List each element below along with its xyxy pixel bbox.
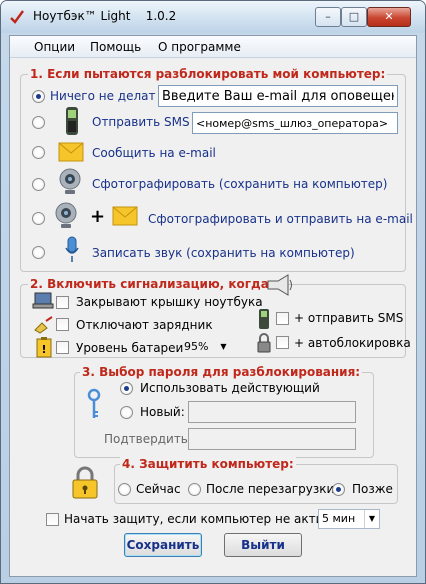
label-confirm-password: Подтвердить: bbox=[104, 432, 192, 446]
radio-photo-and-email[interactable] bbox=[32, 212, 45, 225]
label-charger-unplugged: Отключают зарядник bbox=[76, 318, 213, 332]
client-area: Опции Помощь О программе 1. Если пытаютс… bbox=[9, 35, 417, 577]
menu-about[interactable]: О программе bbox=[158, 40, 241, 54]
password-section-title: 3. Выбор пароля для разблокирования: bbox=[80, 365, 363, 379]
label-take-photo: Сфотографировать (сохранить на компьютер… bbox=[92, 177, 388, 191]
exit-button[interactable]: Выйти bbox=[224, 533, 302, 557]
radio-do-nothing[interactable] bbox=[32, 90, 45, 103]
save-button[interactable]: Сохранить bbox=[124, 533, 202, 557]
label-record-sound: Записать звук (сохранить на компьютер) bbox=[92, 246, 355, 260]
label-send-sms-alarm: + отправить SMS bbox=[294, 311, 404, 325]
plus-sign: + bbox=[90, 206, 106, 227]
label-do-nothing: Ничего не делать bbox=[50, 89, 156, 103]
menu-bar: Опции Помощь О программе bbox=[10, 36, 416, 58]
webcam-icon bbox=[55, 202, 77, 228]
chevron-down-icon: ▼ bbox=[220, 342, 227, 351]
label-lid-closed: Закрывают крышку ноутбука bbox=[76, 295, 263, 309]
radio-use-current-password[interactable] bbox=[120, 382, 133, 395]
webcam-icon bbox=[59, 168, 81, 194]
checkbox-charger-unplugged[interactable] bbox=[56, 318, 69, 331]
label-photo-and-email: Сфотографировать и отправить на e-mail bbox=[148, 212, 413, 226]
microphone-icon bbox=[65, 236, 79, 262]
label-email: Сообщить на e-mail bbox=[92, 146, 216, 160]
checkbox-battery-level[interactable] bbox=[56, 341, 69, 354]
mobile-phone-icon bbox=[66, 107, 78, 135]
alarm-section-title: 2. Включить сигнализацию, когда: bbox=[28, 277, 276, 291]
sms-gateway-input[interactable] bbox=[192, 112, 398, 134]
protect-section-title: 4. Защитить компьютер: bbox=[120, 457, 296, 471]
checkmark-icon bbox=[10, 10, 24, 24]
checkbox-lid-closed[interactable] bbox=[56, 296, 69, 309]
laptop-icon bbox=[32, 292, 54, 309]
battery-warning-icon: ! bbox=[36, 337, 52, 358]
label-protect-later: Позже bbox=[352, 482, 393, 496]
svg-text:!: ! bbox=[41, 343, 46, 356]
idle-time-select[interactable]: 5 мин ▼ bbox=[318, 509, 380, 529]
label-idle-protect: Начать защиту, если компьютер не активен… bbox=[64, 512, 350, 526]
checkbox-send-sms[interactable] bbox=[276, 312, 289, 325]
app-window: Ноутбэк™ Light 1.0.2 – □ ✕ Опции Помощь … bbox=[0, 0, 426, 584]
label-autolock: + автоблокировка bbox=[294, 336, 411, 350]
chevron-down-icon: ▼ bbox=[364, 510, 379, 528]
checkbox-idle-protect[interactable] bbox=[46, 513, 59, 526]
label-use-current-password: Использовать действующий bbox=[140, 381, 320, 395]
label-send-sms: Отправить SMS bbox=[92, 115, 190, 129]
radio-new-password[interactable] bbox=[120, 406, 133, 419]
menu-help[interactable]: Помощь bbox=[90, 40, 141, 54]
radio-send-sms[interactable] bbox=[32, 116, 45, 129]
envelope-icon bbox=[112, 206, 138, 226]
radio-email[interactable] bbox=[32, 146, 45, 159]
window-title: Ноутбэк™ Light 1.0.2 bbox=[33, 9, 177, 23]
radio-take-photo[interactable] bbox=[32, 178, 45, 191]
padlock-icon bbox=[72, 466, 98, 499]
label-after-reboot: После перезагрузки bbox=[206, 482, 335, 496]
menu-options[interactable]: Опции bbox=[34, 40, 75, 54]
maximize-button[interactable]: □ bbox=[341, 7, 367, 27]
idle-time-value: 5 мин bbox=[322, 512, 356, 525]
label-battery-level: Уровень батареи bbox=[76, 341, 184, 355]
label-protect-now: Сейчас bbox=[136, 482, 181, 496]
mobile-phone-icon bbox=[259, 309, 269, 329]
envelope-icon bbox=[58, 142, 84, 162]
radio-protect-later[interactable] bbox=[332, 483, 345, 496]
radio-after-reboot[interactable] bbox=[188, 483, 201, 496]
key-icon bbox=[87, 388, 101, 418]
unlock-section-title: 1. Если пытаются разблокировать мой комп… bbox=[28, 67, 388, 81]
close-button[interactable]: ✕ bbox=[367, 7, 411, 27]
minimize-button[interactable]: – bbox=[315, 7, 341, 27]
radio-protect-now[interactable] bbox=[118, 483, 131, 496]
radio-record-sound[interactable] bbox=[32, 246, 45, 259]
confirm-password-input[interactable] bbox=[188, 428, 356, 450]
new-password-input[interactable] bbox=[188, 401, 356, 423]
checkbox-autolock[interactable] bbox=[276, 336, 289, 349]
email-input[interactable] bbox=[158, 85, 398, 107]
label-new-password: Новый: bbox=[140, 405, 185, 419]
megaphone-icon bbox=[267, 274, 292, 296]
battery-level-value: 95% bbox=[184, 340, 209, 353]
lock-icon bbox=[257, 333, 271, 353]
title-bar[interactable]: Ноутбэк™ Light 1.0.2 – □ ✕ bbox=[1, 1, 425, 33]
battery-level-select[interactable]: 95% ▼ bbox=[180, 337, 232, 357]
power-plug-icon bbox=[34, 316, 53, 334]
